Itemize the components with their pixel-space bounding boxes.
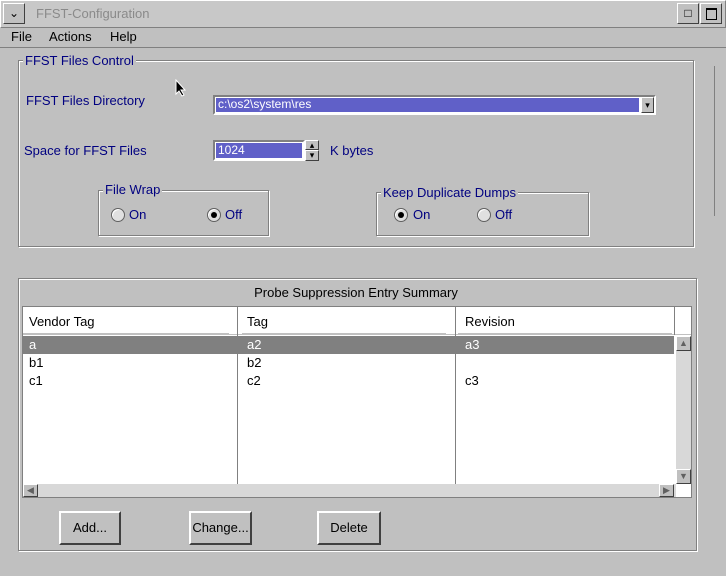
col-tag[interactable]: Tag [247,314,268,329]
vendor-tag-cell: b1 [29,355,44,370]
restore-icon: □ [684,6,692,20]
system-menu-button[interactable]: ⌄ [3,3,25,24]
menu-file[interactable]: File [11,29,32,44]
keep-dumps-off-label[interactable]: Off [495,207,512,222]
space-label: Space for FFST Files [24,143,147,158]
spin-down-icon[interactable]: ▾ [305,150,319,161]
scroll-down-icon[interactable]: ▼ [676,469,691,484]
directory-combobox[interactable]: c:\os2\system\res ▾ [213,95,656,115]
delete-button-label: Delete [330,520,368,535]
delete-button[interactable]: Delete [317,511,381,545]
keep-dumps-legend: Keep Duplicate Dumps [381,185,518,200]
file-wrap-off-radio[interactable] [207,208,221,222]
space-spinbox[interactable]: 1024 [213,140,305,161]
add-button-label: Add... [73,520,107,535]
scroll-right-icon[interactable]: ▶ [659,484,674,497]
window-edge-divider [714,66,726,216]
file-wrap-on-label[interactable]: On [129,207,146,222]
file-wrap-off-label[interactable]: Off [225,207,242,222]
menu-actions[interactable]: Actions [49,29,92,44]
space-spin-buttons[interactable]: ▴ ▾ [305,140,319,161]
add-button[interactable]: Add... [59,511,121,545]
window-title: FFST-Configuration [36,6,150,21]
table-row[interactable]: c1 c2 c3 [23,372,674,390]
menu-help[interactable]: Help [110,29,137,44]
tag-cell: a2 [247,337,262,352]
vendor-tag-cell: c1 [29,373,43,388]
space-value[interactable]: 1024 [218,143,245,157]
directory-label: FFST Files Directory [26,93,145,108]
keep-dumps-on-radio[interactable] [394,208,408,222]
mouse-pointer-icon [175,79,187,97]
files-control-legend: FFST Files Control [23,53,136,68]
revision-cell: a3 [465,337,480,352]
scroll-up-icon[interactable]: ▲ [676,336,691,351]
menu-bar [0,28,726,48]
chevron-down-icon: ⌄ [8,6,20,20]
vertical-scrollbar[interactable]: ▲ ▼ [676,336,691,484]
horizontal-scrollbar[interactable]: ◀ ▶ [23,484,676,497]
summary-table[interactable]: Vendor Tag Tag Revision a a2 a3 b1 b2 c1… [22,306,692,498]
spin-up-icon[interactable]: ▴ [305,140,319,150]
keep-dumps-off-radio[interactable] [477,208,491,222]
restore-button[interactable]: □ [677,3,699,24]
keep-dumps-on-label[interactable]: On [413,207,430,222]
tag-cell: b2 [247,355,262,370]
change-button[interactable]: Change... [189,511,252,545]
col-revision[interactable]: Revision [465,314,515,329]
table-row[interactable]: b1 b2 [23,354,674,372]
change-button-label: Change... [192,520,249,535]
summary-title: Probe Suppression Entry Summary [254,285,458,300]
col-vendor-tag[interactable]: Vendor Tag [29,314,95,329]
directory-value[interactable]: c:\os2\system\res [218,97,311,111]
space-unit-label: K bytes [330,143,374,158]
scroll-left-icon[interactable]: ◀ [23,484,38,497]
file-wrap-legend: File Wrap [103,182,163,197]
maximize-button[interactable] [700,3,722,24]
dropdown-arrow-icon[interactable]: ▾ [641,97,654,113]
table-header [23,307,691,335]
file-wrap-on-radio[interactable] [111,208,125,222]
revision-cell: c3 [465,373,479,388]
table-row[interactable]: a a2 a3 [23,336,674,354]
maximize-icon [705,8,717,20]
vendor-tag-cell: a [29,337,37,352]
tag-cell: c2 [247,373,261,388]
